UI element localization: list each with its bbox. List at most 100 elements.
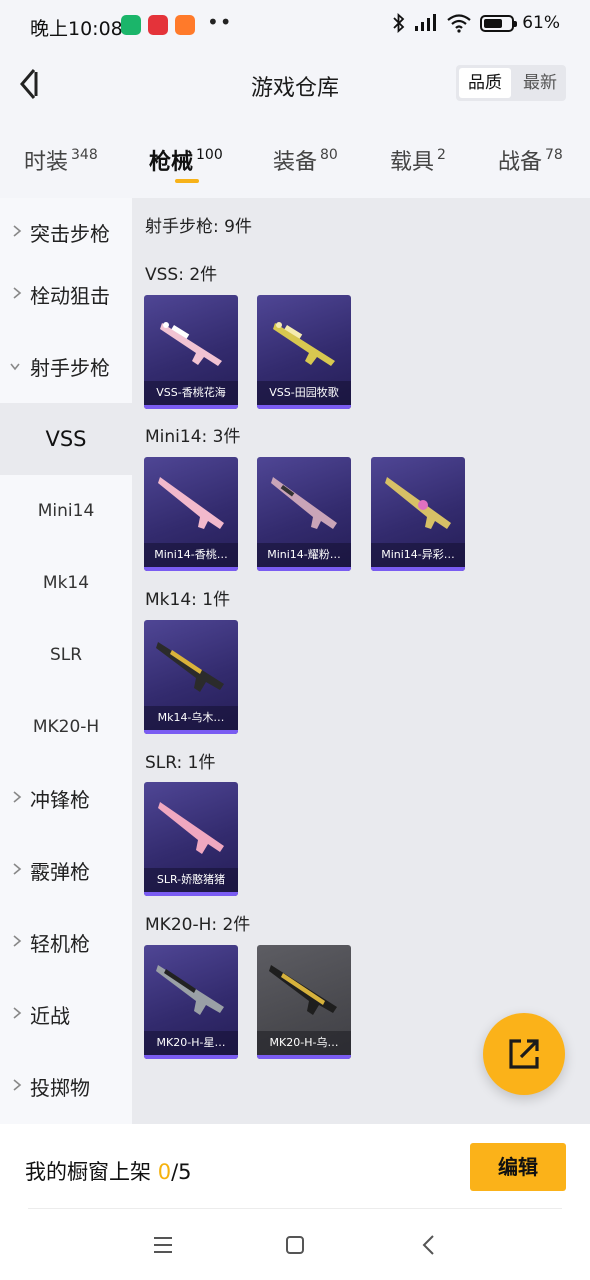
item-name: Mini14-耀粉… — [257, 543, 351, 567]
sidebar-sub-mk20h[interactable]: MK20-H — [0, 691, 132, 763]
sidebar-item-lmg[interactable]: 轻机枪 — [0, 908, 132, 980]
bluetooth-icon — [393, 13, 405, 33]
item-card[interactable]: Mini14-香桃… — [144, 457, 238, 571]
group-title: VSS: 2件 — [145, 265, 218, 285]
rifle-icon — [156, 642, 224, 692]
sort-toggle[interactable]: 品质 最新 — [456, 65, 566, 101]
tab-label: 装备 — [273, 150, 318, 175]
wifi-icon — [447, 14, 471, 33]
sidebar-sub-mini14[interactable]: Mini14 — [0, 475, 132, 547]
sidebar-sub-mk14[interactable]: Mk14 — [0, 547, 132, 619]
tab-count: 80 — [320, 147, 338, 163]
category-tabs: 时装 348 枪械 100 装备 80 载具 2 战备 78 — [0, 130, 590, 196]
category-summary: 射手步枪: 9件 — [145, 217, 252, 237]
sidebar-item-label: 栓动狙击 — [30, 284, 110, 308]
chevron-down-icon — [10, 363, 20, 371]
item-card[interactable]: SLR-娇憨猪猪 — [144, 782, 238, 896]
group-title: SLR: 1件 — [145, 753, 216, 773]
tab-label: 枪械 — [149, 150, 194, 175]
item-name: VSS-田园牧歌 — [257, 381, 351, 405]
tab-label: 时装 — [24, 150, 69, 175]
item-card[interactable]: MK20-H-星… — [144, 945, 238, 1059]
item-name: Mini14-异彩… — [371, 543, 465, 567]
rifle-icon — [269, 965, 337, 1015]
sort-newest-option[interactable]: 最新 — [514, 65, 566, 101]
tab-firearms[interactable]: 枪械 100 — [149, 144, 223, 176]
chevron-right-icon — [13, 935, 22, 947]
showcase-label: 我的橱窗上架 — [25, 1160, 151, 1184]
sidebar: 突击步枪 栓动狙击 射手步枪 VSS Mini14 Mk14 SLR MK20-… — [0, 198, 132, 1124]
item-name: SLR-娇憨猪猪 — [144, 868, 238, 892]
tab-count: 78 — [545, 147, 563, 163]
chevron-right-icon — [13, 791, 22, 803]
item-name: MK20-H-乌… — [257, 1031, 351, 1055]
chevron-right-icon — [13, 225, 22, 237]
sidebar-item-smg[interactable]: 冲锋枪 — [0, 764, 132, 836]
sidebar-item-marksman-rifle[interactable]: 射手步枪 — [0, 332, 132, 404]
sidebar-item-label: 近战 — [30, 1004, 70, 1028]
showcase-bar: 我的橱窗上架 0/5 编辑 — [0, 1124, 590, 1210]
chevron-right-icon — [13, 863, 22, 875]
showcase-status: 我的橱窗上架 0/5 — [25, 1156, 192, 1186]
group-title: Mini14: 3件 — [145, 427, 241, 447]
rarity-bar — [144, 1055, 238, 1059]
tab-equipment[interactable]: 装备 80 — [273, 144, 338, 176]
item-name: MK20-H-星… — [144, 1031, 238, 1055]
menu-icon[interactable] — [150, 1232, 176, 1258]
sidebar-item-bolt-sniper[interactable]: 栓动狙击 — [0, 260, 132, 332]
showcase-count: 0 — [157, 1160, 172, 1184]
item-card[interactable]: Mini14-异彩… — [371, 457, 465, 571]
rarity-bar — [257, 1055, 351, 1059]
battery-icon — [480, 14, 518, 32]
rarity-bar — [144, 567, 238, 571]
tab-gear[interactable]: 战备 78 — [498, 144, 563, 176]
sidebar-item-throwable[interactable]: 投掷物 — [0, 1052, 132, 1124]
tab-vehicles[interactable]: 载具 2 — [390, 144, 446, 176]
tab-count: 2 — [437, 147, 446, 163]
sidebar-item-label: 轻机枪 — [30, 932, 90, 956]
item-name: Mk14-乌木… — [144, 706, 238, 730]
item-card[interactable]: Mini14-耀粉… — [257, 457, 351, 571]
rarity-bar — [257, 567, 351, 571]
active-tab-indicator — [175, 179, 199, 183]
sidebar-sub-vss[interactable]: VSS — [0, 403, 132, 475]
share-external-icon — [509, 1039, 539, 1069]
sidebar-item-label: 冲锋枪 — [30, 788, 90, 812]
rarity-bar — [144, 892, 238, 896]
chevron-right-icon — [13, 287, 22, 299]
rifle-icon — [158, 477, 224, 529]
edit-button[interactable]: 编辑 — [470, 1143, 566, 1191]
share-button[interactable] — [483, 1013, 565, 1095]
item-card[interactable]: VSS-香桃花海 — [144, 295, 238, 409]
battery-percent: 61% — [522, 13, 560, 33]
showcase-total: /5 — [171, 1160, 192, 1184]
rifle-icon — [273, 322, 335, 366]
chevron-right-icon — [13, 1007, 22, 1019]
sidebar-item-label: 射手步枪 — [30, 356, 110, 380]
tv-app-icon — [148, 15, 168, 35]
chevron-right-icon — [13, 1079, 22, 1091]
tab-fashion[interactable]: 时装 348 — [24, 144, 98, 176]
group-title: Mk14: 1件 — [145, 590, 231, 610]
status-time: 晚上10:08 — [30, 18, 123, 40]
tab-count: 100 — [196, 147, 223, 163]
rarity-bar — [371, 567, 465, 571]
sidebar-sub-slr[interactable]: SLR — [0, 619, 132, 691]
tab-label: 战备 — [498, 150, 543, 175]
sidebar-item-label: 投掷物 — [30, 1076, 90, 1100]
rifle-icon — [158, 802, 224, 854]
group-title: MK20-H: 2件 — [145, 915, 251, 935]
sidebar-item-melee[interactable]: 近战 — [0, 980, 132, 1052]
back-icon[interactable] — [416, 1232, 442, 1258]
shop-app-icon — [175, 15, 195, 35]
tab-count: 348 — [71, 147, 98, 163]
rifle-icon — [156, 965, 224, 1015]
item-card[interactable]: MK20-H-乌… — [257, 945, 351, 1059]
rifle-icon — [271, 477, 337, 529]
system-nav-bar — [0, 1210, 590, 1280]
item-card[interactable]: Mk14-乌木… — [144, 620, 238, 734]
sidebar-item-shotgun[interactable]: 霰弹枪 — [0, 836, 132, 908]
sort-quality-option[interactable]: 品质 — [459, 68, 511, 98]
home-icon[interactable] — [282, 1232, 308, 1258]
item-card[interactable]: VSS-田园牧歌 — [257, 295, 351, 409]
